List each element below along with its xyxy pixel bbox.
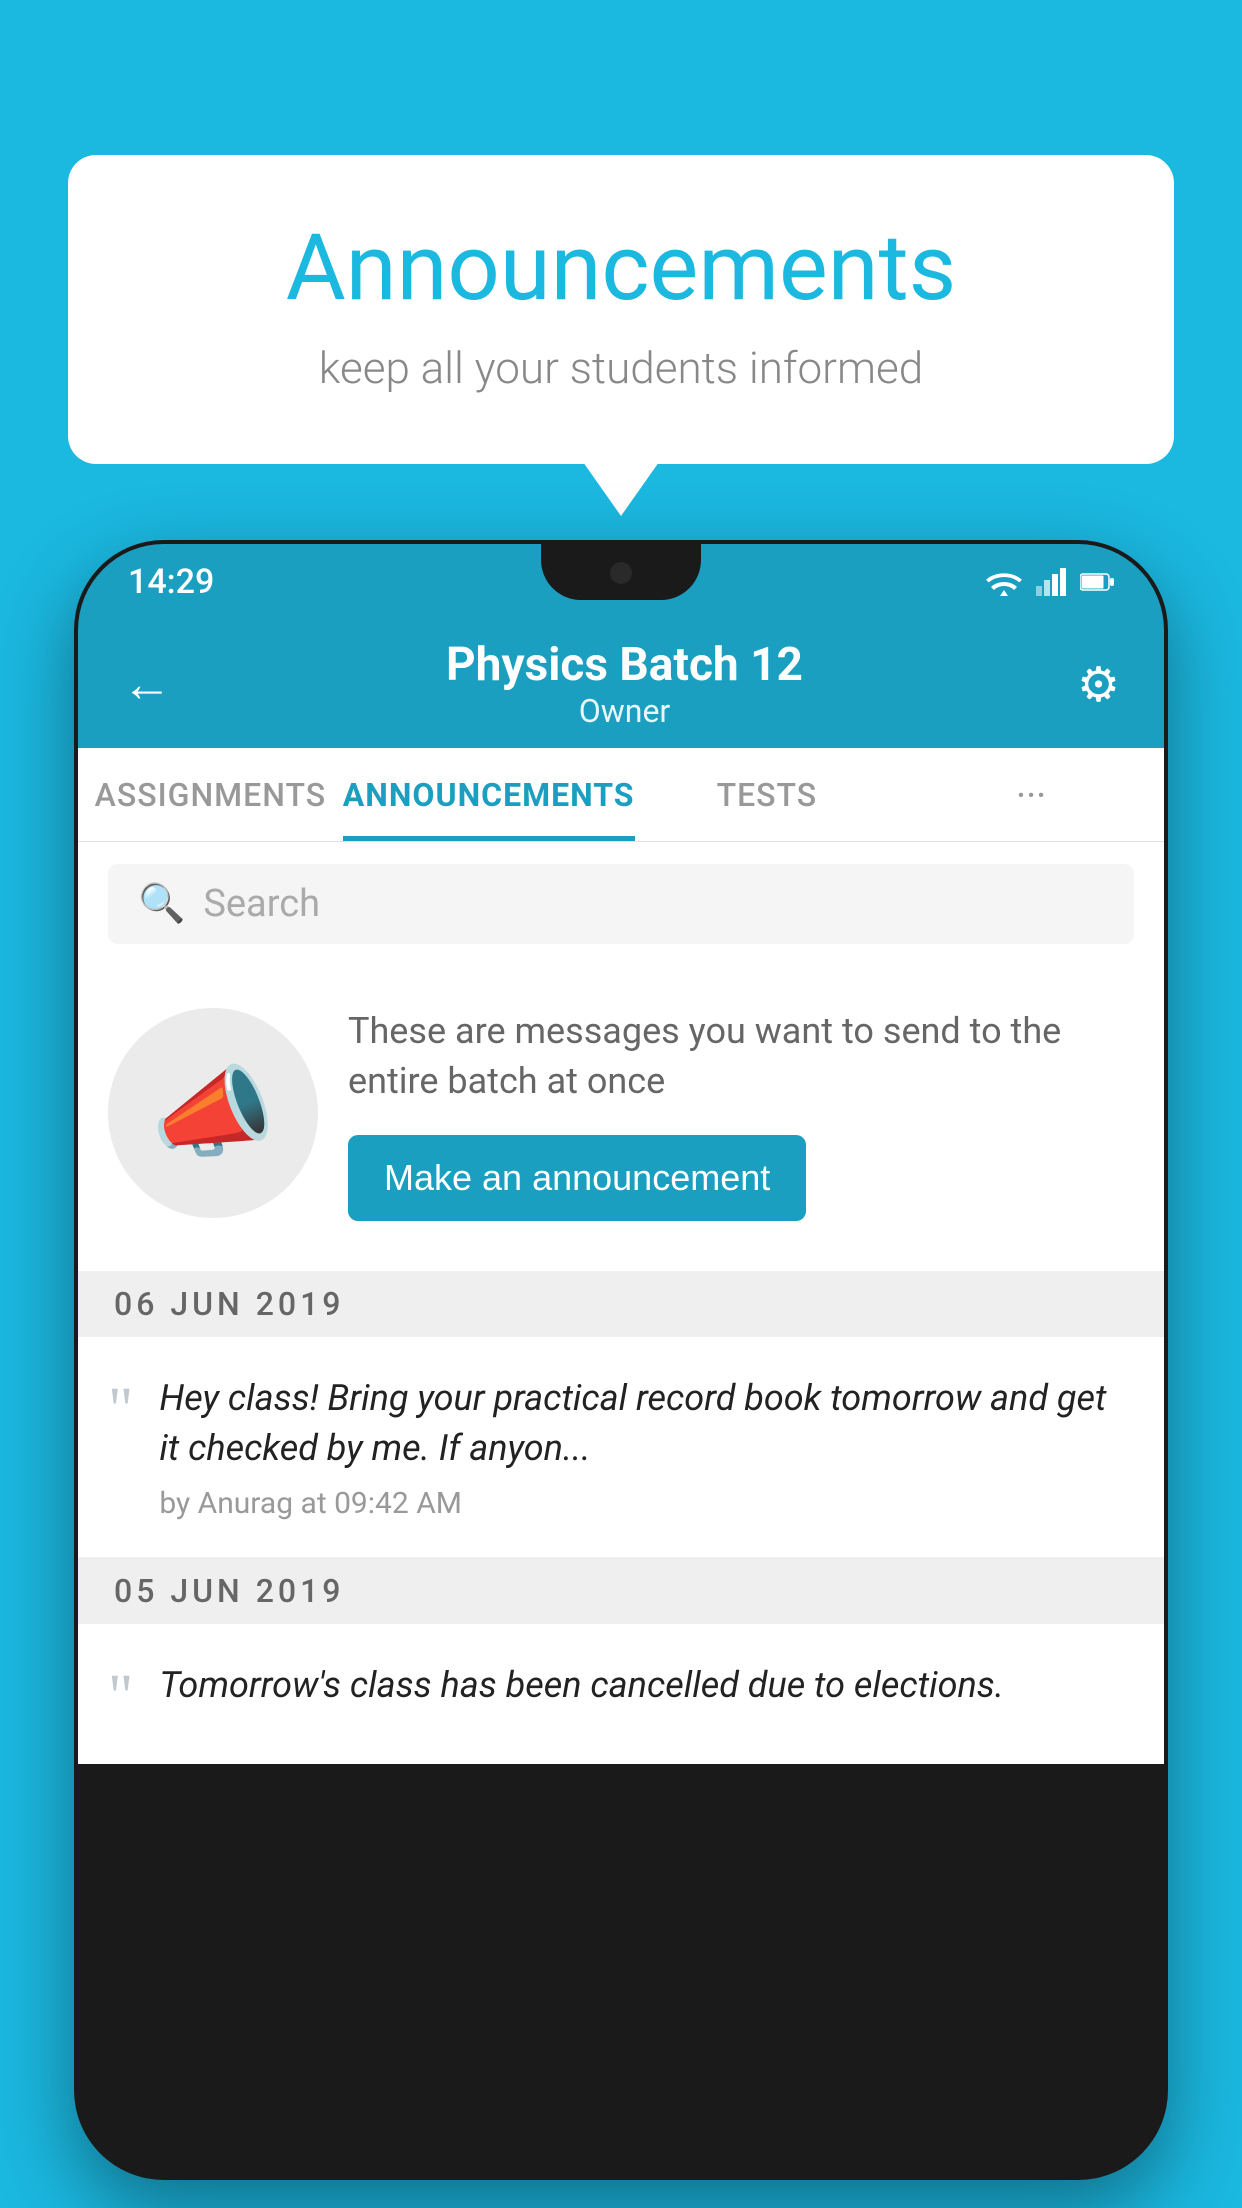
date-divider-1: 06 JUN 2019	[78, 1271, 1164, 1337]
promo-card: 📣 These are messages you want to send to…	[78, 966, 1164, 1271]
megaphone-icon: 📣	[151, 1055, 276, 1172]
screen-content: 🔍 Search 📣 These are messages you want t…	[78, 842, 1164, 1764]
megaphone-circle: 📣	[108, 1008, 318, 1218]
announcement-message-2: Tomorrow's class has been cancelled due …	[159, 1660, 1134, 1710]
speech-bubble-card: Announcements keep all your students inf…	[68, 155, 1174, 464]
search-placeholder: Search	[203, 882, 320, 926]
date-divider-2: 05 JUN 2019	[78, 1558, 1164, 1624]
bubble-title: Announcements	[148, 215, 1094, 322]
announcement-meta-1: by Anurag at 09:42 AM	[159, 1486, 1134, 1521]
speech-bubble-section: Announcements keep all your students inf…	[68, 155, 1174, 464]
promo-description: These are messages you want to send to t…	[348, 1006, 1134, 1107]
header-subtitle: Owner	[446, 692, 803, 730]
announcement-message-1: Hey class! Bring your practical record b…	[159, 1373, 1134, 1474]
search-bar[interactable]: 🔍 Search	[108, 864, 1134, 944]
announcement-item-1: " Hey class! Bring your practical record…	[78, 1337, 1164, 1558]
tab-more[interactable]: ···	[899, 748, 1164, 841]
phone-inner: 14:29	[78, 544, 1164, 2176]
header-title: Physics Batch 12	[446, 638, 803, 692]
settings-icon[interactable]: ⚙	[1077, 656, 1120, 713]
quote-icon-1: "	[108, 1379, 133, 1441]
header-title-group: Physics Batch 12 Owner	[446, 638, 803, 730]
quote-icon-2: "	[108, 1666, 133, 1728]
status-icons	[986, 568, 1114, 596]
tabs-bar: ASSIGNMENTS ANNOUNCEMENTS TESTS ···	[78, 748, 1164, 842]
signal-icon	[1036, 568, 1066, 596]
back-button[interactable]: ←	[122, 655, 172, 714]
notch	[541, 544, 701, 600]
search-icon: 🔍	[138, 882, 185, 926]
wifi-icon	[986, 568, 1022, 596]
announcement-text-1: Hey class! Bring your practical record b…	[159, 1373, 1134, 1521]
make-announcement-button[interactable]: Make an announcement	[348, 1135, 806, 1221]
tab-assignments[interactable]: ASSIGNMENTS	[78, 748, 343, 841]
search-bar-wrapper: 🔍 Search	[78, 842, 1164, 966]
tab-tests[interactable]: TESTS	[635, 748, 900, 841]
bubble-subtitle: keep all your students informed	[148, 342, 1094, 394]
tab-announcements[interactable]: ANNOUNCEMENTS	[343, 748, 635, 841]
phone-frame: 14:29	[74, 540, 1168, 2180]
battery-icon	[1080, 572, 1114, 592]
status-time: 14:29	[128, 562, 214, 602]
announcement-text-2: Tomorrow's class has been cancelled due …	[159, 1660, 1134, 1722]
status-bar: 14:29	[78, 544, 1164, 620]
promo-text-group: These are messages you want to send to t…	[348, 1006, 1134, 1221]
app-header: ← Physics Batch 12 Owner ⚙	[78, 620, 1164, 748]
camera-cutout	[610, 562, 632, 584]
announcement-item-2: " Tomorrow's class has been cancelled du…	[78, 1624, 1164, 1764]
